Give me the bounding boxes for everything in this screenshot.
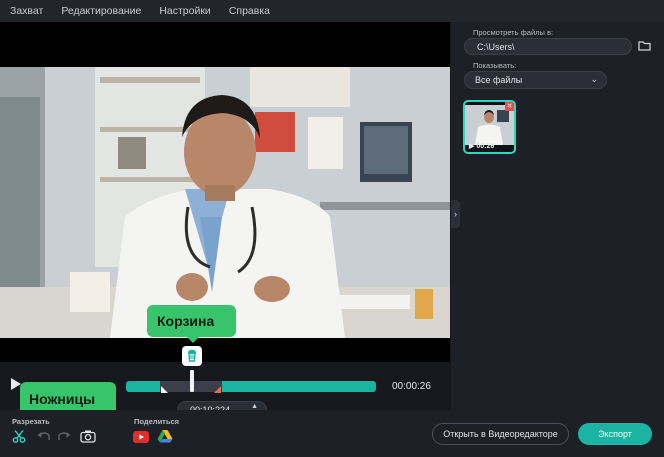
file-filter-value: Все файлы [475, 75, 523, 85]
menu-capture[interactable]: Захват [10, 5, 43, 17]
video-frame [0, 67, 450, 338]
video-thumbnail[interactable]: ✕ ▶ 00:26 [463, 100, 516, 154]
youtube-icon[interactable] [133, 430, 149, 448]
thumbnail-duration: ▶ 00:26 [469, 143, 495, 150]
browse-label: Просмотреть файлы в: [473, 28, 554, 37]
google-drive-icon[interactable] [157, 429, 173, 448]
menu-bar: Захват Редактирование Настройки Справка [0, 0, 664, 22]
thumbnail-duration-value: 00:26 [476, 143, 495, 150]
chevron-down-icon: ⌄ [590, 74, 598, 84]
cut-label: Разрезать [12, 417, 50, 426]
trash-icon[interactable] [182, 346, 202, 366]
total-duration: 00:00:26 [392, 381, 431, 392]
menu-settings[interactable]: Настройки [159, 5, 211, 17]
show-label: Показывать: [473, 61, 517, 70]
menu-edit[interactable]: Редактирование [61, 5, 141, 17]
close-icon[interactable]: ✕ [505, 102, 514, 111]
file-browser-panel: Просмотреть файлы в: C:\Users\ Показыват… [451, 22, 664, 410]
collapse-panel-button[interactable]: › [451, 200, 460, 228]
trash-callout: Корзина [147, 305, 236, 343]
camera-icon[interactable] [80, 429, 96, 448]
path-input[interactable]: C:\Users\ [464, 38, 632, 55]
segment-end-marker[interactable] [214, 386, 221, 393]
scissors-icon[interactable] [12, 429, 26, 448]
share-label: Поделиться [134, 417, 180, 426]
segment-start-marker[interactable] [161, 386, 168, 393]
folder-icon[interactable] [637, 39, 653, 53]
export-button[interactable]: Экспорт [578, 423, 652, 445]
menu-help[interactable]: Справка [229, 5, 270, 17]
playhead[interactable] [190, 370, 194, 392]
undo-icon[interactable] [36, 429, 52, 448]
redo-icon[interactable] [56, 429, 72, 448]
file-filter-select[interactable]: Все файлы ⌄ [464, 71, 607, 89]
open-in-editor-button[interactable]: Открыть в Видеоредакторе [432, 423, 569, 445]
